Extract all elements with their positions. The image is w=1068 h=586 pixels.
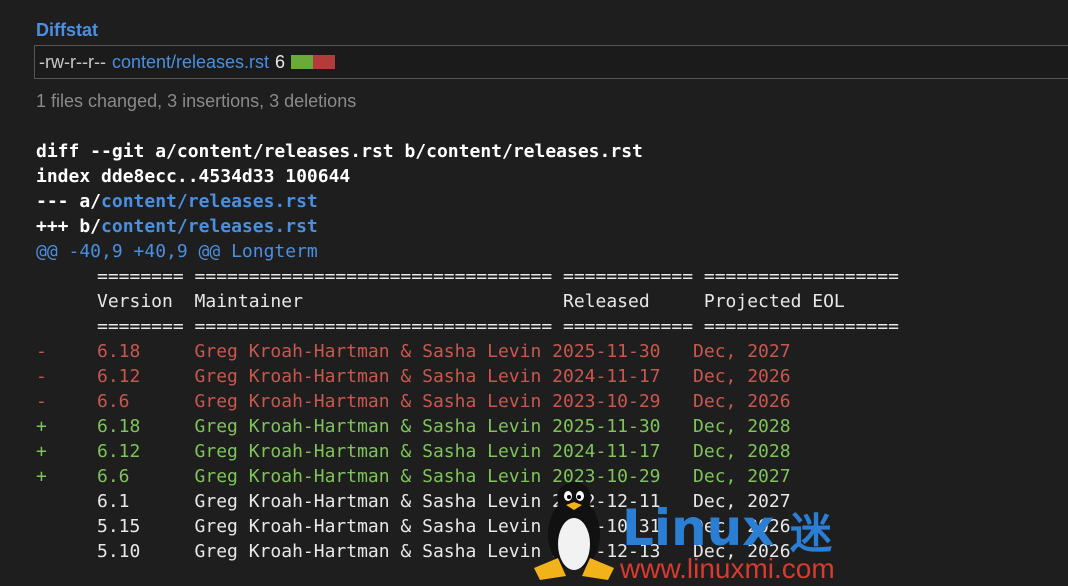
- insertions-bar: [291, 55, 314, 69]
- diff-line-text: ======== ===============================…: [97, 316, 899, 337]
- diff-line-del: - 6.12 Greg Kroah-Hartman & Sasha Levin 2…: [36, 364, 899, 389]
- change-count: 6: [275, 51, 286, 72]
- diff-line-marker: [36, 314, 97, 339]
- diff-summary: 1 files changed, 3 insertions, 3 deletio…: [36, 91, 357, 111]
- diff-line-text: 6.6 Greg Kroah-Hartman & Sasha Levin 202…: [97, 391, 791, 412]
- plus-prefix: +++ b/: [36, 216, 102, 237]
- diff-line-marker: +: [36, 466, 47, 487]
- watermark-url: www.linuxmi.com: [620, 553, 835, 584]
- diff-line-marker: -: [36, 391, 47, 412]
- diff-line-add: +6.6 Greg Kroah-Hartman & Sasha Levin 20…: [36, 464, 899, 489]
- diffstat-file-link[interactable]: content/releases.rst: [112, 52, 269, 73]
- hunk-header: @@ -40,9 +40,9 @@ Longterm: [36, 241, 318, 262]
- watermark-mi: 迷: [790, 510, 833, 557]
- diff-minus-file-header: --- a/content/releases.rst: [36, 189, 899, 214]
- diff-git-header: diff --git a/content/releases.rst b/cont…: [36, 141, 643, 162]
- watermark-brand: Linux: [622, 499, 775, 557]
- diff-line-text: Version Maintainer Released Projected EO…: [97, 291, 845, 312]
- diff-line-del: - 6.6 Greg Kroah-Hartman & Sasha Levin 20…: [36, 389, 899, 414]
- diff-index-header: index dde8ecc..4534d33 100644: [36, 166, 351, 187]
- minus-file-link[interactable]: content/releases.rst: [101, 191, 318, 212]
- diff-line-marker: -: [36, 341, 47, 362]
- diff-line-marker: [36, 489, 97, 514]
- tux-penguin-logo: [534, 482, 614, 580]
- diff-line-text: ======== ===============================…: [97, 266, 899, 287]
- diff-line-text: 6.12 Greg Kroah-Hartman & Sasha Levin 20…: [97, 366, 791, 387]
- diff-line-ctx: ======== ===============================…: [36, 314, 899, 339]
- diff-line-marker: -: [36, 366, 47, 387]
- minus-prefix: --- a/: [36, 191, 102, 212]
- diff-line-marker: [36, 264, 97, 289]
- diff-line-del: - 6.18 Greg Kroah-Hartman & Sasha Levin 2…: [36, 339, 899, 364]
- diff-line-add: +6.18 Greg Kroah-Hartman & Sasha Levin 2…: [36, 414, 899, 439]
- diff-line-text: 6.18 Greg Kroah-Hartman & Sasha Levin 20…: [97, 341, 791, 362]
- plus-file-link[interactable]: content/releases.rst: [101, 216, 318, 237]
- diff-line-marker: +: [36, 441, 47, 462]
- diff-line-ctx: Version Maintainer Released Projected EO…: [36, 289, 899, 314]
- diff-line-marker: +: [36, 416, 47, 437]
- diff-line-marker: [36, 514, 97, 539]
- diffstat-row: -rw-r--r-- content/releases.rst 6: [34, 45, 1068, 79]
- diff-line-text: 6.12 Greg Kroah-Hartman & Sasha Levin 20…: [97, 441, 791, 462]
- diff-line-ctx: ======== ===============================…: [36, 264, 899, 289]
- diff-line-text: 6.18 Greg Kroah-Hartman & Sasha Levin 20…: [97, 416, 791, 437]
- diff-line-text: 6.6 Greg Kroah-Hartman & Sasha Levin 202…: [97, 466, 791, 487]
- diff-line-marker: [36, 289, 97, 314]
- diff-plus-file-header: +++ b/content/releases.rst: [36, 214, 899, 239]
- diff-line-marker: [36, 539, 97, 564]
- file-mode: -rw-r--r--: [39, 51, 106, 72]
- diff-line-add: +6.12 Greg Kroah-Hartman & Sasha Levin 2…: [36, 439, 899, 464]
- diffstat-title: Diffstat: [36, 20, 98, 40]
- deletions-bar: [313, 55, 336, 69]
